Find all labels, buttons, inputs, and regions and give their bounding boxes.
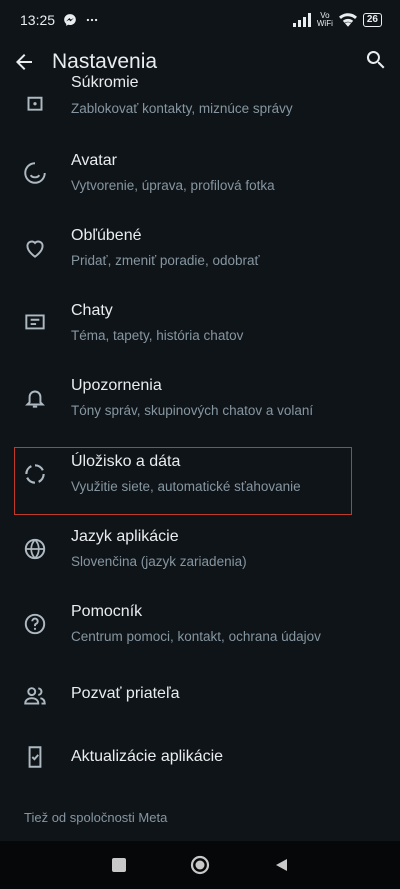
settings-item-label: Úložisko a dáta bbox=[71, 453, 181, 470]
volte-indicator: Vo WiFi bbox=[316, 11, 333, 28]
settings-item-label: Upozornenia bbox=[71, 377, 162, 394]
settings-item-subtitle: Téma, tapety, história chatov bbox=[71, 328, 244, 343]
signal-icon bbox=[292, 13, 311, 27]
settings-item-subtitle: Centrum pomoci, kontakt, ochrana údajov bbox=[71, 629, 321, 644]
settings-item-favorites[interactable]: Obľúbené Pridať, zmeniť poradie, odobrať bbox=[0, 217, 400, 283]
help-icon bbox=[22, 611, 48, 637]
update-icon bbox=[22, 744, 48, 770]
storage-icon bbox=[22, 461, 48, 487]
settings-item-help[interactable]: Pomocník Centrum pomoci, kontakt, ochran… bbox=[0, 593, 400, 659]
status-time: 13:25 bbox=[20, 12, 56, 28]
square-icon bbox=[112, 858, 127, 872]
circle-icon bbox=[190, 855, 210, 875]
settings-item-chats[interactable]: Chaty Téma, tapety, história chatov bbox=[0, 292, 400, 358]
more-notifications-icon bbox=[85, 13, 99, 27]
status-bar: 13:25 Vo WiFi 26 bbox=[0, 0, 400, 40]
avatar-icon bbox=[22, 160, 48, 186]
settings-item-subtitle: Vytvorenie, úprava, profilová fotka bbox=[71, 178, 275, 193]
settings-item-label: Pomocník bbox=[71, 603, 143, 620]
invite-icon bbox=[22, 683, 48, 709]
page-title: Nastavenia bbox=[52, 50, 158, 73]
search-button[interactable] bbox=[364, 48, 388, 72]
back-nav-button[interactable] bbox=[273, 857, 289, 873]
settings-item-language[interactable]: Jazyk aplikácie Slovenčina (jazyk zariad… bbox=[0, 518, 400, 584]
settings-item-label: Pozvať priateľa bbox=[71, 685, 180, 702]
system-nav-bar bbox=[0, 841, 400, 889]
chat-icon bbox=[22, 310, 48, 336]
settings-item-label: Avatar bbox=[71, 152, 117, 169]
settings-item-storage[interactable]: Úložisko a dáta Využitie siete, automati… bbox=[0, 443, 400, 509]
settings-item-label: Obľúbené bbox=[71, 227, 142, 244]
settings-item-app-updates[interactable]: Aktualizácie aplikácie bbox=[0, 730, 400, 784]
settings-item-subtitle: Využitie siete, automatické sťahovanie bbox=[71, 479, 301, 494]
home-button[interactable] bbox=[190, 855, 210, 875]
settings-item-invite[interactable]: Pozvať priateľa bbox=[0, 669, 400, 723]
lock-icon bbox=[22, 88, 48, 114]
settings-item-privacy[interactable]: Súkromie Zablokovať kontakty, miznúce sp… bbox=[0, 74, 400, 128]
globe-icon bbox=[22, 536, 48, 562]
bell-icon bbox=[22, 385, 48, 411]
search-icon bbox=[366, 51, 385, 69]
settings-item-label: Chaty bbox=[71, 302, 113, 319]
settings-item-subtitle: Pridať, zmeniť poradie, odobrať bbox=[71, 253, 260, 268]
battery-indicator: 26 bbox=[362, 13, 382, 27]
triangle-back-icon bbox=[275, 859, 287, 871]
arrow-back-icon bbox=[16, 54, 32, 70]
settings-item-subtitle: Tóny správ, skupinových chatov a volaní bbox=[71, 403, 314, 418]
settings-item-avatar[interactable]: Avatar Vytvorenie, úprava, profilová fot… bbox=[0, 142, 400, 208]
settings-item-subtitle: Zablokovať kontakty, miznúce správy bbox=[71, 101, 293, 116]
settings-item-subtitle: Slovenčina (jazyk zariadenia) bbox=[71, 554, 247, 569]
wifi-icon bbox=[338, 13, 357, 27]
section-title-meta: Tiež od spoločnosti Meta bbox=[24, 810, 168, 825]
back-button[interactable] bbox=[12, 50, 36, 74]
settings-item-label: Jazyk aplikácie bbox=[71, 528, 179, 545]
recents-button[interactable] bbox=[111, 857, 127, 873]
settings-item-label: Aktualizácie aplikácie bbox=[71, 748, 224, 765]
settings-item-notifications[interactable]: Upozornenia Tóny správ, skupinových chat… bbox=[0, 367, 400, 433]
settings-item-label: Súkromie bbox=[71, 74, 139, 91]
messenger-icon bbox=[63, 13, 77, 27]
heart-icon bbox=[22, 235, 48, 261]
